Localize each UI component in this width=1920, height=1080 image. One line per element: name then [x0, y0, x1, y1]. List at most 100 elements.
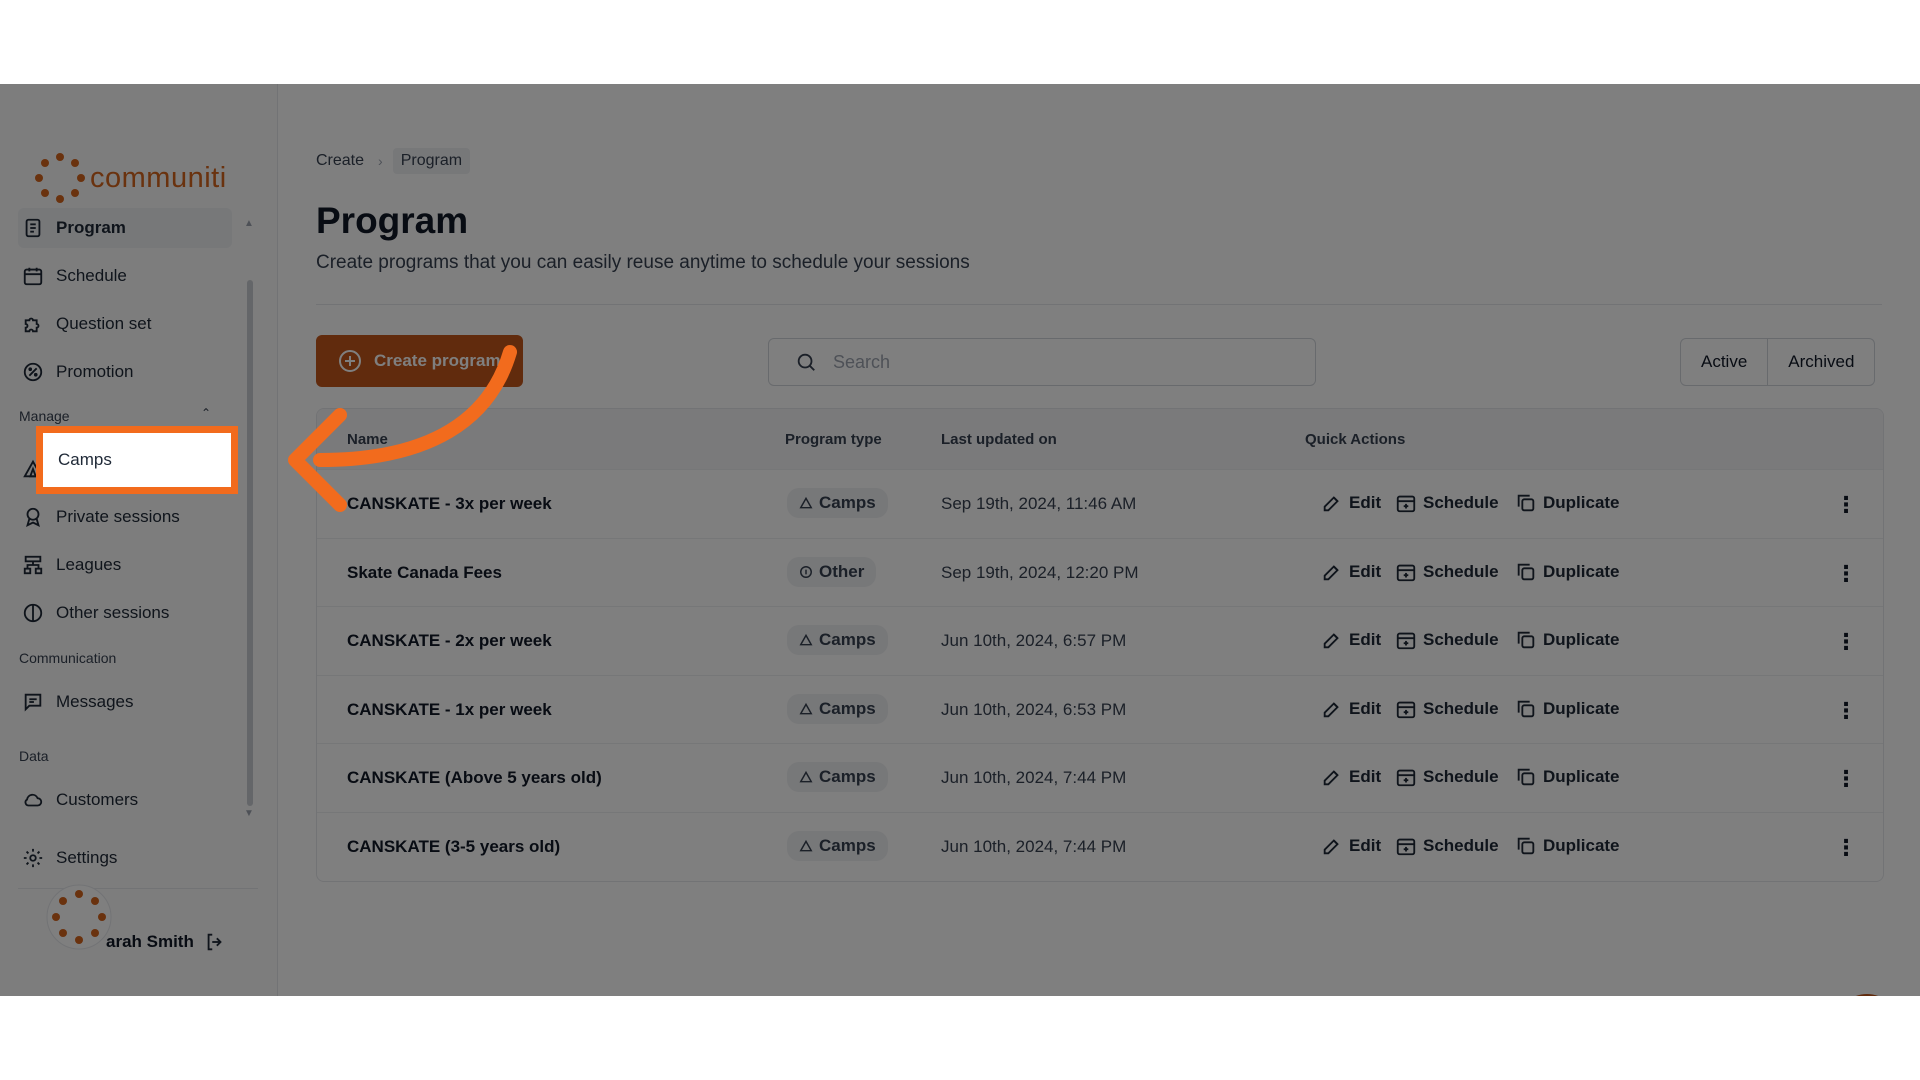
sidebar-item-label: Promotion — [56, 362, 134, 381]
tent-icon — [799, 770, 813, 783]
sidebar-item-settings[interactable]: Settings — [18, 838, 232, 878]
program-type-badge: Camps — [787, 625, 888, 655]
duplicate-button[interactable]: Duplicate — [1515, 492, 1620, 514]
more-options-icon[interactable]: ⋮ — [1835, 561, 1857, 587]
duplicate-button[interactable]: Duplicate — [1515, 766, 1620, 788]
puzzle-icon — [24, 317, 40, 333]
sidebar-item-schedule[interactable]: Schedule — [18, 256, 232, 296]
programs-table: Name Program type Last updated on Quick … — [316, 408, 1884, 882]
sidebar-item-customers[interactable]: Customers — [18, 780, 232, 820]
schedule-label: Schedule — [1423, 561, 1499, 581]
calendar-plus-icon — [1396, 769, 1416, 787]
tent-icon — [799, 633, 813, 646]
calendar-plus-icon — [1396, 564, 1416, 581]
more-options-icon[interactable]: ⋮ — [1835, 492, 1857, 518]
duplicate-button[interactable]: Duplicate — [1515, 561, 1620, 583]
header-last-updated: Last updated on — [941, 431, 1057, 448]
sidebar-item-messages[interactable]: Messages — [18, 682, 232, 722]
section-communication: Communication — [19, 650, 117, 666]
breadcrumb-create[interactable]: Create — [316, 152, 364, 170]
duplicate-label: Duplicate — [1543, 493, 1620, 512]
network-icon — [23, 555, 43, 575]
edit-button[interactable]: Edit — [1321, 629, 1381, 651]
user-name: arah Smith — [106, 932, 194, 951]
search-icon — [797, 353, 815, 371]
chat-button[interactable] — [1835, 994, 1899, 996]
table-row[interactable]: CANSKATE (3-5 years old) Camps Jun 10th, 2… — [317, 811, 1883, 881]
edit-button[interactable]: Edit — [1321, 766, 1381, 788]
logout-icon[interactable] — [204, 931, 226, 953]
plus-circle-icon — [339, 350, 361, 372]
table-row[interactable]: CANSKATE - 2x per week Camps Jun 10th, 202… — [317, 606, 1883, 675]
sidebar-item-label: Schedule — [56, 266, 127, 285]
sidebar-item-question-set[interactable]: Question set — [18, 304, 232, 344]
brand-logo[interactable]: communiti — [34, 152, 227, 204]
filter-active-button[interactable]: Active — [1680, 338, 1769, 386]
sidebar-scrollbar[interactable] — [247, 280, 253, 806]
edit-label: Edit — [1349, 767, 1382, 786]
edit-button[interactable]: Edit — [1321, 698, 1381, 720]
tent-icon — [799, 496, 813, 509]
edit-button[interactable]: Edit — [1321, 835, 1381, 857]
sidebar-item-program[interactable]: Program — [18, 208, 232, 248]
filter-archived-button[interactable]: Archived — [1768, 338, 1876, 386]
sidebar-item-leagues[interactable]: Leagues — [18, 545, 232, 585]
edit-icon — [1323, 838, 1339, 854]
schedule-button[interactable]: Schedule — [1395, 561, 1499, 583]
sidebar-item-label: Other sessions — [56, 603, 170, 622]
duplicate-button[interactable]: Duplicate — [1515, 835, 1620, 857]
schedule-button[interactable]: Schedule — [1395, 698, 1499, 720]
scroll-down-arrow[interactable]: ▼ — [244, 808, 254, 819]
table-row[interactable]: CANSKATE - 1x per week Camps Jun 10th, 202… — [317, 674, 1883, 744]
duplicate-button[interactable]: Duplicate — [1515, 629, 1620, 651]
sidebar-item-other-sessions[interactable]: Other sessions — [18, 593, 232, 633]
schedule-label: Schedule — [1423, 630, 1499, 649]
schedule-button[interactable]: Schedule — [1395, 629, 1499, 651]
schedule-button[interactable]: Schedule — [1395, 766, 1499, 788]
duplicate-button[interactable]: Duplicate — [1515, 698, 1620, 720]
copy-icon — [1517, 700, 1535, 717]
program-name: CANSKATE (3-5 years old) — [347, 836, 561, 856]
schedule-button[interactable]: Schedule — [1395, 835, 1499, 857]
schedule-label: Schedule — [1423, 493, 1499, 512]
search-input[interactable] — [831, 350, 1275, 374]
edit-button[interactable]: Edit — [1321, 561, 1381, 583]
tent-icon — [799, 839, 813, 851]
user-profile[interactable]: arah Smith — [20, 884, 226, 962]
breadcrumb-program: Program — [392, 148, 471, 174]
section-manage[interactable]: Manage ⌃ — [19, 406, 211, 424]
last-updated: Jun 10th, 2024, 7:44 PM — [941, 768, 1127, 787]
table-row[interactable]: CANSKATE (Above 5 years old) Camps Jun 10t… — [317, 743, 1883, 812]
search-box[interactable] — [768, 338, 1316, 386]
duplicate-label: Duplicate — [1543, 767, 1620, 786]
copy-icon — [1517, 837, 1535, 854]
schedule-label: Schedule — [1423, 698, 1499, 718]
award-icon — [26, 507, 40, 528]
create-program-button[interactable]: Create program — [316, 335, 523, 387]
gear-icon — [23, 848, 43, 868]
calendar-plus-icon — [1396, 632, 1416, 650]
page-title: Program — [316, 200, 469, 241]
sidebar-item-promotion[interactable]: Promotion — [18, 352, 232, 392]
more-options-icon[interactable]: ⋮ — [1835, 835, 1857, 861]
program-type-badge: Camps — [787, 830, 888, 861]
page-subtitle: Create programs that you can easily reus… — [316, 252, 970, 273]
more-options-icon[interactable]: ⋮ — [1835, 629, 1857, 655]
edit-button[interactable]: Edit — [1321, 492, 1381, 514]
program-name: CANSKATE - 1x per week — [347, 699, 552, 719]
calendar-plus-icon — [1396, 838, 1416, 855]
sidebar-item-label: Customers — [56, 790, 139, 809]
edit-icon — [1323, 770, 1339, 786]
program-name: CANSKATE - 2x per week — [347, 631, 552, 650]
last-updated: Jun 10th, 2024, 7:44 PM — [941, 836, 1127, 856]
program-type-label: Camps — [819, 630, 876, 649]
more-options-icon[interactable]: ⋮ — [1835, 766, 1857, 792]
sidebar-item-private-sessions[interactable]: Private sessions — [18, 497, 232, 537]
schedule-button[interactable]: Schedule — [1395, 492, 1499, 514]
table-row[interactable]: Skate Canada Fees Other Sep 19th, 2024, 12… — [317, 537, 1883, 607]
scroll-up-arrow[interactable]: ▲ — [244, 218, 254, 229]
table-row[interactable]: CANSKATE - 3x per week Camps Sep 19th, 202… — [317, 469, 1883, 538]
more-options-icon[interactable]: ⋮ — [1835, 698, 1857, 724]
sidebar: communiti Program Schedule Question set … — [0, 84, 278, 996]
breadcrumb: Create › Program — [316, 148, 471, 174]
